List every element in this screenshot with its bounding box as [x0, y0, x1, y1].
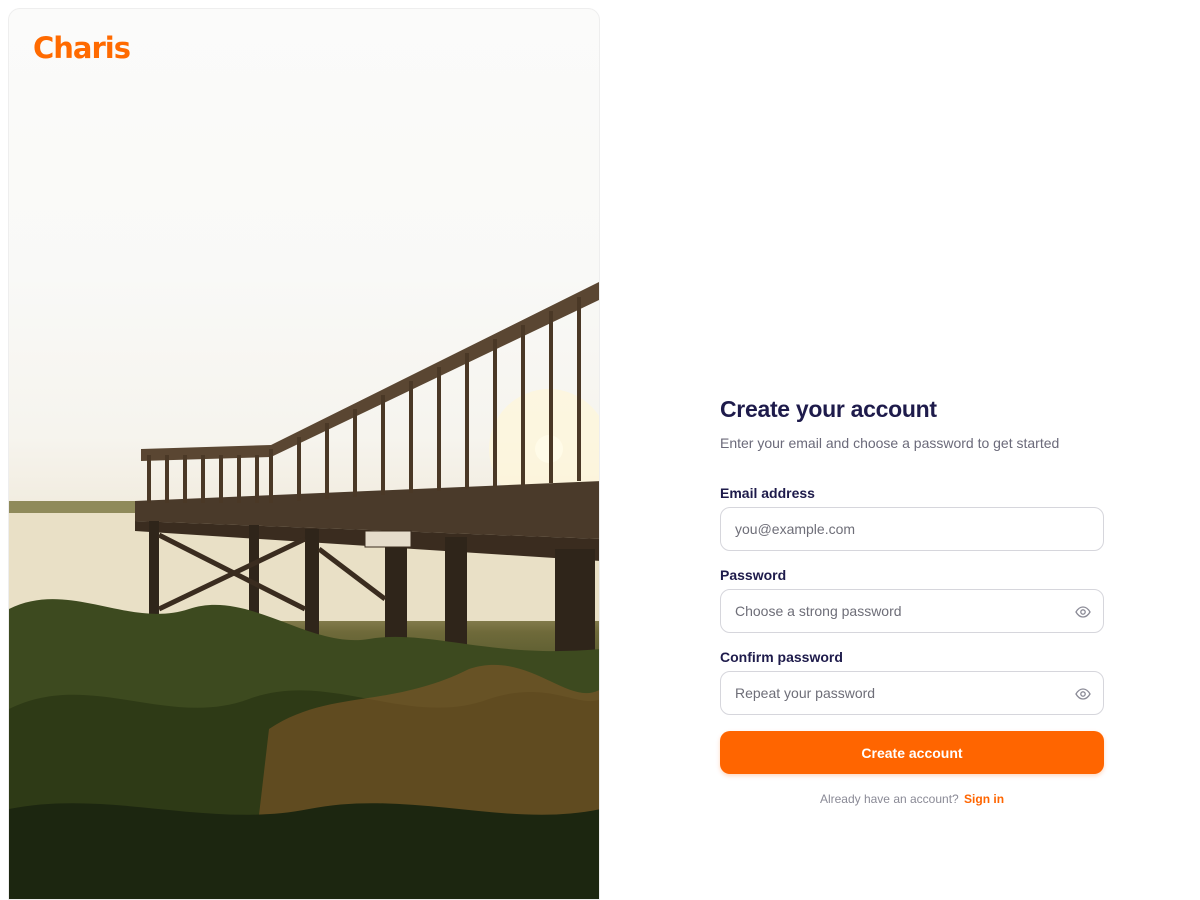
page-subtitle: Enter your email and choose a password t…: [720, 435, 1060, 451]
confirm-password-label: Confirm password: [720, 649, 843, 665]
email-field[interactable]: [721, 508, 1103, 550]
password-field[interactable]: [721, 590, 1103, 632]
eye-icon[interactable]: [1075, 604, 1091, 620]
password-field-wrapper: [720, 589, 1104, 633]
page-title: Create your account: [720, 396, 937, 422]
create-account-button[interactable]: Create account: [720, 731, 1104, 774]
signup-form: Create your account Enter your email and…: [720, 396, 1104, 806]
confirm-password-field-wrapper: [720, 671, 1104, 715]
hero-photo-panel: Charis: [8, 8, 600, 900]
brand-logo: Charis: [33, 31, 131, 65]
eye-icon[interactable]: [1075, 686, 1091, 702]
email-field-wrapper: [720, 507, 1104, 551]
confirm-password-field[interactable]: [721, 672, 1103, 714]
email-label: Email address: [720, 485, 815, 501]
signin-prompt-row: Already have an account? Sign in: [720, 792, 1104, 806]
password-label: Password: [720, 567, 787, 583]
signin-link[interactable]: Sign in: [964, 792, 1004, 806]
pier-sunset-photo: [9, 281, 599, 899]
signin-prompt-text: Already have an account?: [819, 792, 959, 806]
